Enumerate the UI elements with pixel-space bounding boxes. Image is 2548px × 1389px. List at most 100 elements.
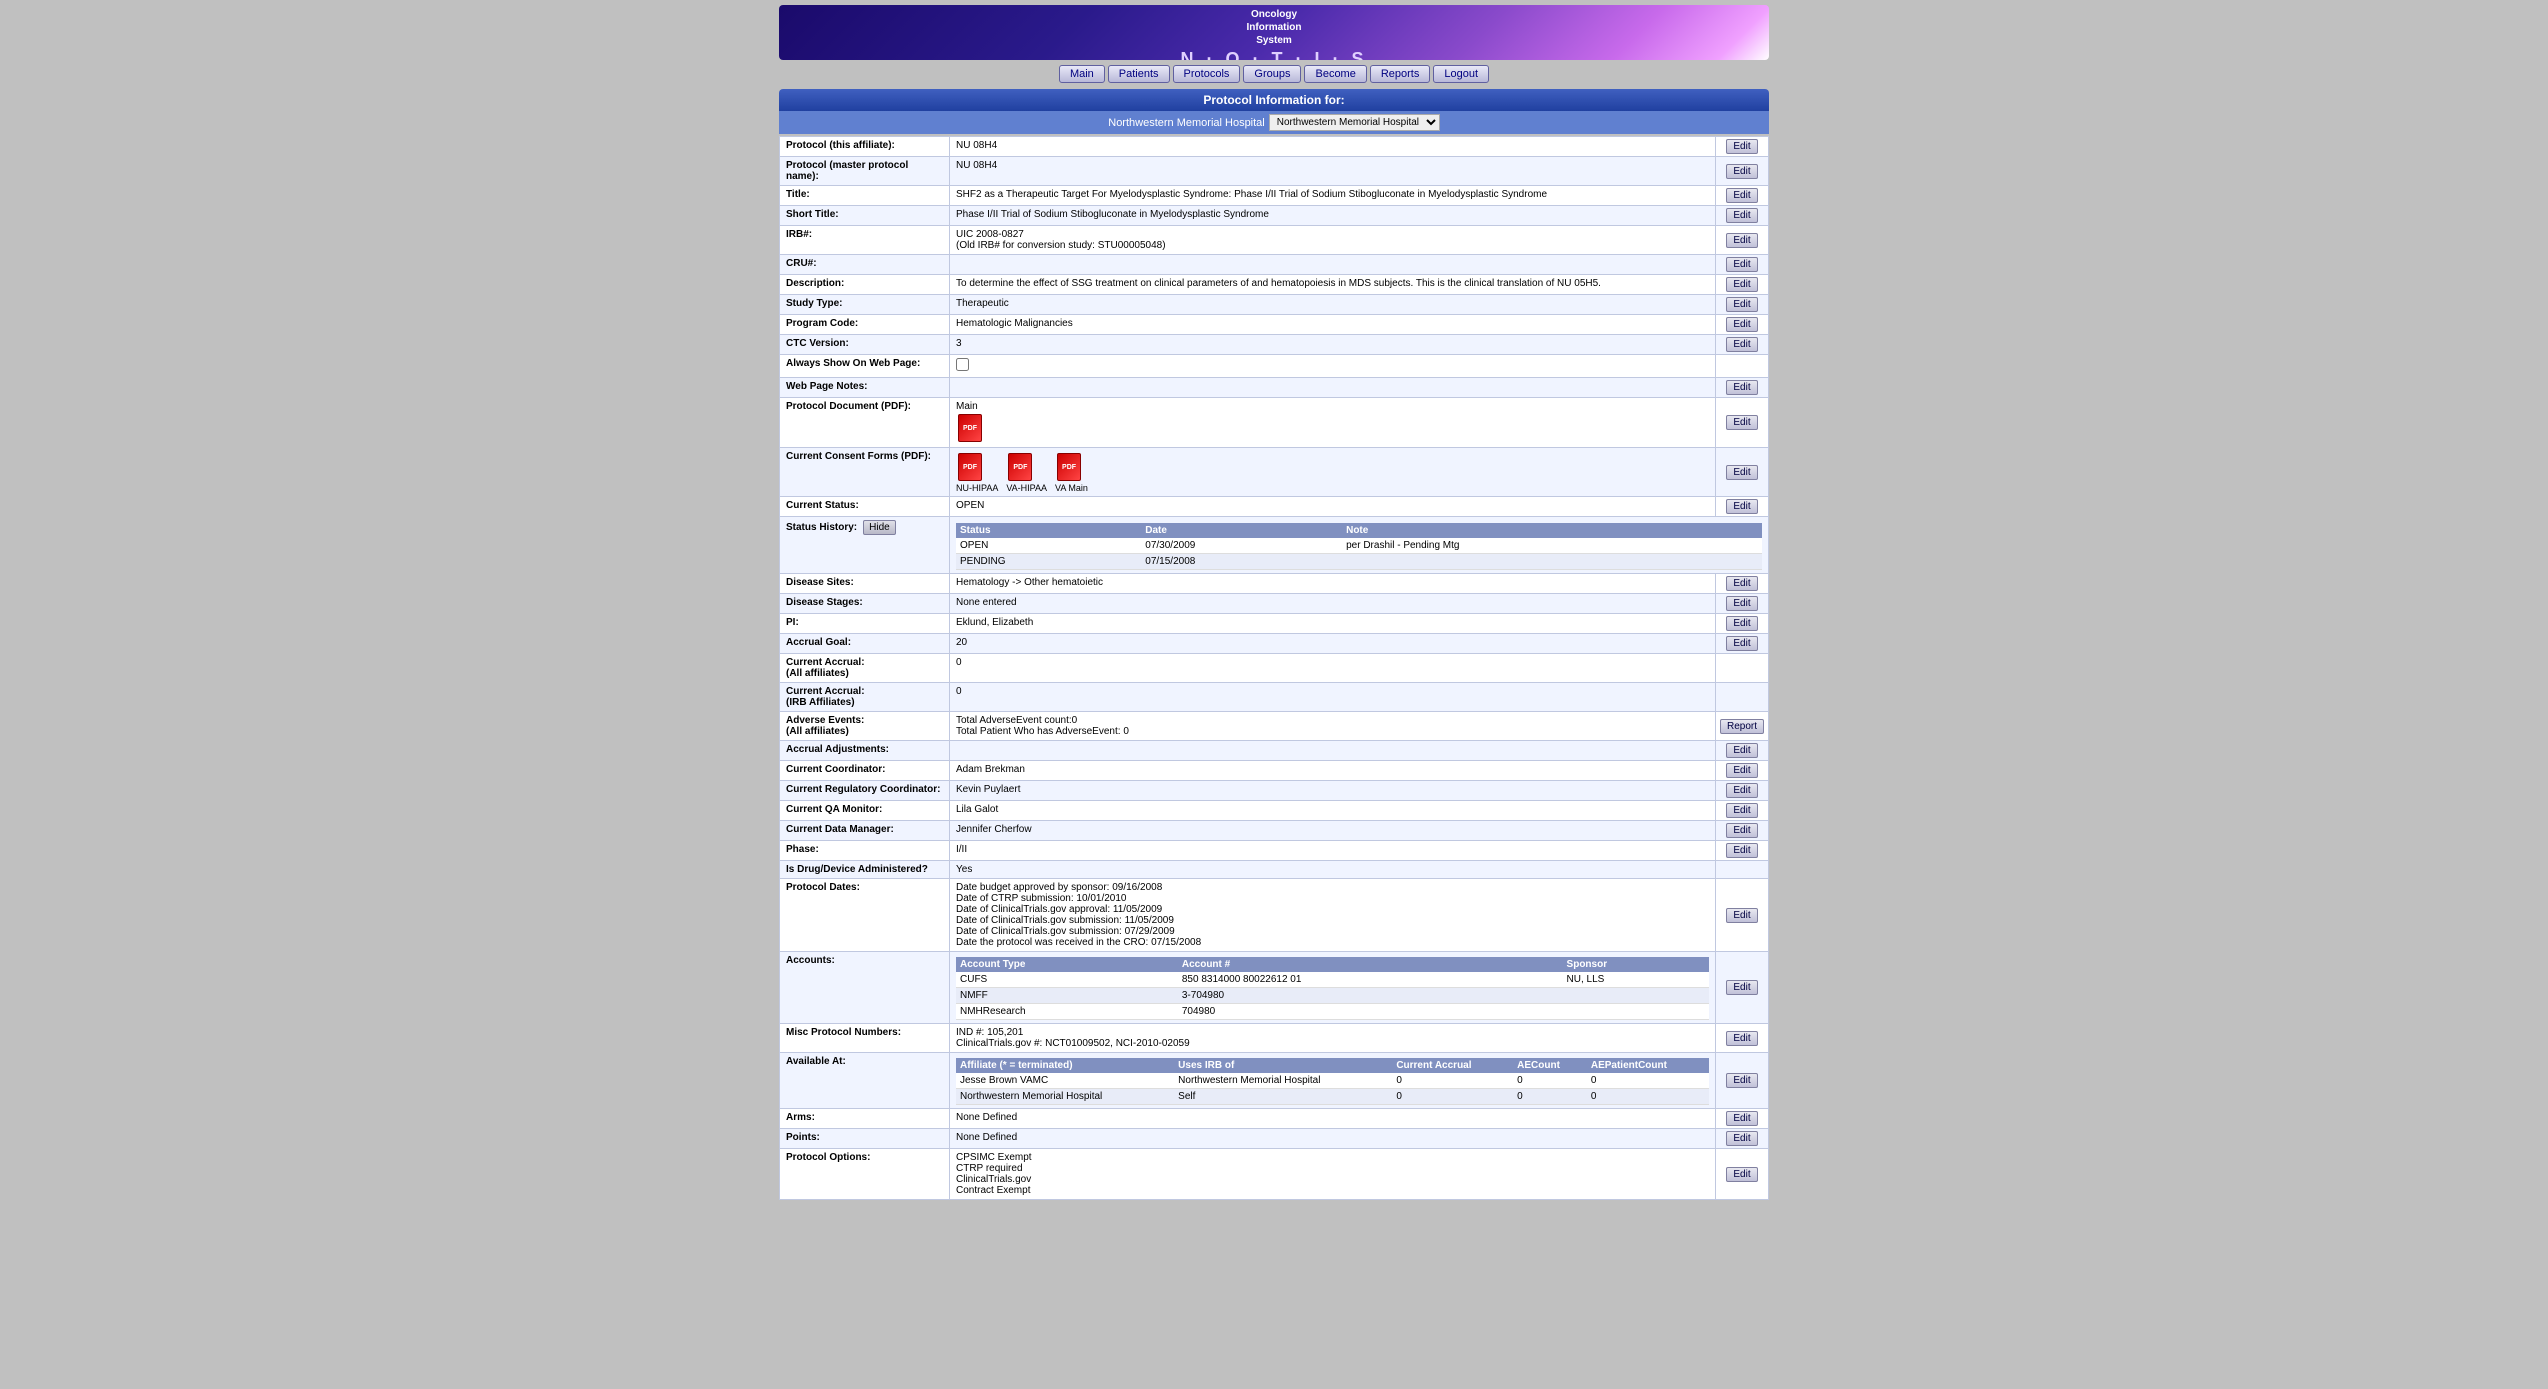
field-label: Program Code: — [780, 315, 950, 335]
col-header-uses-irb: Uses IRB of — [1174, 1058, 1392, 1073]
edit-button[interactable]: Edit — [1726, 636, 1757, 651]
table-row: Jesse Brown VAMC Northwestern Memorial H… — [956, 1073, 1709, 1089]
edit-button[interactable]: Edit — [1726, 763, 1757, 778]
edit-button[interactable]: Edit — [1726, 616, 1757, 631]
field-value: Date budget approved by sponsor: 09/16/2… — [950, 879, 1716, 952]
affiliates-cell: Affiliate (* = terminated) Uses IRB of C… — [950, 1053, 1716, 1109]
nav-groups[interactable]: Groups — [1243, 65, 1301, 83]
field-value — [950, 255, 1716, 275]
field-label: Current Consent Forms (PDF): — [780, 448, 950, 497]
field-label: Current Status: — [780, 497, 950, 517]
edit-button[interactable]: Edit — [1726, 1167, 1757, 1182]
edit-button[interactable]: Edit — [1726, 980, 1757, 995]
table-row: Protocol Options: CPSIMC Exempt CTRP req… — [780, 1149, 1769, 1200]
nav-protocols[interactable]: Protocols — [1173, 65, 1241, 83]
nav-main[interactable]: Main — [1059, 65, 1105, 83]
edit-button[interactable]: Edit — [1726, 233, 1757, 248]
field-label: Protocol (master protocol name): — [780, 157, 950, 186]
field-label: Phase: — [780, 841, 950, 861]
nav-reports[interactable]: Reports — [1370, 65, 1431, 83]
field-value: To determine the effect of SSG treatment… — [950, 275, 1716, 295]
field-label: Accrual Goal: — [780, 634, 950, 654]
edit-button[interactable]: Edit — [1726, 208, 1757, 223]
field-value: Jennifer Cherfow — [950, 821, 1716, 841]
hospital-select[interactable]: Northwestern Memorial Hospital — [1269, 114, 1440, 131]
field-value: I/II — [950, 841, 1716, 861]
field-label: Description: — [780, 275, 950, 295]
edit-button[interactable]: Edit — [1726, 1031, 1757, 1046]
accounts-table: Account Type Account # Sponsor CUFS 850 … — [956, 957, 1709, 1020]
pdf-icon-va-main[interactable]: PDF — [1057, 453, 1081, 481]
field-label: Arms: — [780, 1109, 950, 1129]
table-row: Protocol (this affiliate): NU 08H4 Edit — [780, 137, 1769, 157]
edit-button[interactable]: Edit — [1726, 164, 1757, 179]
edit-button[interactable]: Edit — [1726, 465, 1757, 480]
table-row: Disease Sites: Hematology -> Other hemat… — [780, 574, 1769, 594]
field-label: Points: — [780, 1129, 950, 1149]
field-label: IRB#: — [780, 226, 950, 255]
edit-button[interactable]: Edit — [1726, 257, 1757, 272]
edit-button[interactable]: Edit — [1726, 803, 1757, 818]
field-label: Always Show On Web Page: — [780, 355, 950, 378]
edit-button[interactable]: Edit — [1726, 139, 1757, 154]
field-value — [950, 378, 1716, 398]
protocol-table: Protocol (this affiliate): NU 08H4 Edit … — [779, 136, 1769, 1200]
table-row: Is Drug/Device Administered? Yes — [780, 861, 1769, 879]
edit-button[interactable]: Edit — [1726, 596, 1757, 611]
table-row: Web Page Notes: Edit — [780, 378, 1769, 398]
field-value: IND #: 105,201 ClinicalTrials.gov #: NCT… — [950, 1024, 1716, 1053]
col-header-status: Status — [956, 523, 1141, 538]
table-row: Description: To determine the effect of … — [780, 275, 1769, 295]
field-label: Current Coordinator: — [780, 761, 950, 781]
field-label: Accounts: — [780, 952, 950, 1024]
table-row: Current QA Monitor: Lila Galot Edit — [780, 801, 1769, 821]
edit-button[interactable]: Edit — [1726, 823, 1757, 838]
field-value: None entered — [950, 594, 1716, 614]
table-row: Protocol Dates: Date budget approved by … — [780, 879, 1769, 952]
edit-button[interactable]: Edit — [1726, 743, 1757, 758]
nav-logout[interactable]: Logout — [1433, 65, 1489, 83]
edit-button[interactable]: Edit — [1726, 277, 1757, 292]
table-row: Accrual Adjustments: Edit — [780, 741, 1769, 761]
edit-button[interactable]: Edit — [1726, 415, 1757, 430]
table-row: Disease Stages: None entered Edit — [780, 594, 1769, 614]
field-value: Eklund, Elizabeth — [950, 614, 1716, 634]
nav-patients[interactable]: Patients — [1108, 65, 1170, 83]
field-value: NU 08H4 — [950, 137, 1716, 157]
edit-button[interactable]: Edit — [1726, 843, 1757, 858]
field-label: Title: — [780, 186, 950, 206]
edit-button[interactable]: Edit — [1726, 317, 1757, 332]
hide-button[interactable]: Hide — [863, 520, 896, 535]
field-value: Main PDF — [950, 398, 1716, 448]
pdf-icon-nu-hipaa[interactable]: PDF — [958, 453, 982, 481]
notis-logo: N · O · T · I · S — [1181, 49, 1368, 60]
pdf-icon-va-hipaa[interactable]: PDF — [1008, 453, 1032, 481]
field-label: Disease Stages: — [780, 594, 950, 614]
logo-text: NorthwesternOncologyInformationSystem — [1181, 5, 1368, 47]
edit-button[interactable]: Edit — [1726, 337, 1757, 352]
field-value: None Defined — [950, 1109, 1716, 1129]
pdf-icon-main[interactable]: PDF — [958, 414, 982, 442]
always-show-checkbox[interactable] — [956, 358, 969, 371]
edit-button[interactable]: Edit — [1726, 380, 1757, 395]
field-label: Protocol Options: — [780, 1149, 950, 1200]
edit-button[interactable]: Edit — [1726, 499, 1757, 514]
table-row: Northwestern Memorial Hospital Self 0 0 … — [956, 1089, 1709, 1105]
field-value: Lila Galot — [950, 801, 1716, 821]
nav-become[interactable]: Become — [1304, 65, 1366, 83]
edit-button[interactable]: Edit — [1726, 576, 1757, 591]
table-row: Current Data Manager: Jennifer Cherfow E… — [780, 821, 1769, 841]
edit-button[interactable]: Edit — [1726, 908, 1757, 923]
edit-button[interactable]: Edit — [1726, 1111, 1757, 1126]
edit-button[interactable]: Edit — [1726, 783, 1757, 798]
col-header-aepatientcount: AEPatientCount — [1587, 1058, 1709, 1073]
edit-button[interactable]: Edit — [1726, 297, 1757, 312]
edit-button[interactable]: Edit — [1726, 1131, 1757, 1146]
edit-button[interactable]: Edit — [1726, 188, 1757, 203]
table-row: PI: Eklund, Elizabeth Edit — [780, 614, 1769, 634]
report-button[interactable]: Report — [1720, 719, 1764, 734]
table-row: Title: SHF2 as a Therapeutic Target For … — [780, 186, 1769, 206]
field-label: Is Drug/Device Administered? — [780, 861, 950, 879]
edit-button[interactable]: Edit — [1726, 1073, 1757, 1088]
col-header-affiliate: Affiliate (* = terminated) — [956, 1058, 1174, 1073]
